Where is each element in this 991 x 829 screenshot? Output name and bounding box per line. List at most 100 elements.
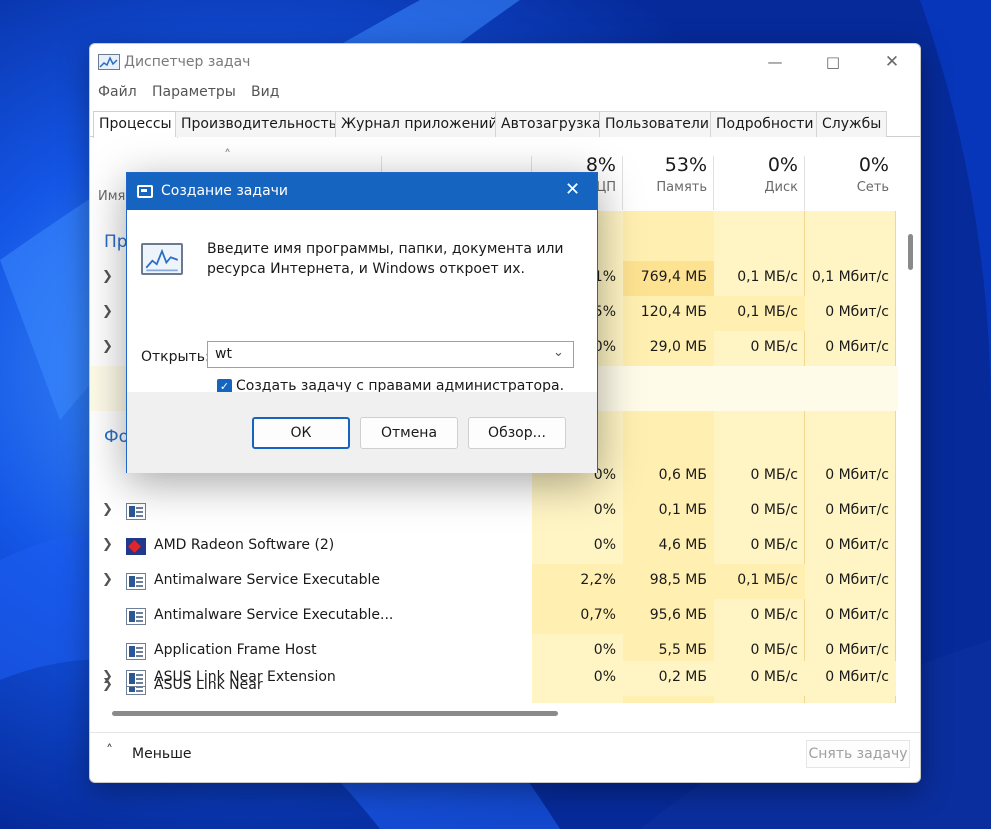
column-header-network[interactable]: 0% Сеть (799, 154, 889, 195)
title-bar: Диспетчер задач — □ ✕ (90, 44, 920, 80)
network-cell: 0 Мбит/с (825, 339, 889, 355)
task-manager-app-icon (98, 54, 120, 70)
dialog-description: Введите имя программы, папки, документа … (207, 241, 564, 277)
process-name: AMD Radeon Software (2) (154, 537, 335, 553)
tab-startup[interactable]: Автозагрузка (495, 111, 607, 137)
expand-chevron-icon[interactable]: ❯ (102, 269, 113, 284)
tab-services[interactable]: Службы (816, 111, 888, 137)
tab-performance[interactable]: Производительность (175, 111, 343, 137)
section-apps: Пр (104, 232, 128, 252)
disk-cell: 0 МБ/с (750, 339, 798, 355)
process-name: Antimalware Service Executable... (154, 607, 394, 623)
window-title: Диспетчер задач (124, 54, 251, 70)
disk-label: Диск (764, 180, 798, 195)
menu-options[interactable]: Параметры (152, 84, 236, 100)
network-cell: 0 Мбит/с (825, 304, 889, 320)
ok-button[interactable]: ОК (252, 417, 350, 449)
cpu-cell: 0,7% (532, 599, 623, 634)
memory-cell: 769,4 МБ (623, 261, 714, 296)
column-header-name[interactable]: Имя (98, 189, 125, 204)
menu-file[interactable]: Файл (98, 84, 137, 100)
vertical-scrollbar-thumb[interactable] (908, 234, 913, 270)
memory-total: 53% (664, 154, 707, 176)
expand-chevron-icon[interactable]: ❯ (102, 502, 113, 517)
memory-cell: 120,4 МБ (640, 304, 707, 320)
cancel-button[interactable]: Отмена (360, 417, 458, 449)
expand-chevron-icon[interactable]: ❯ (102, 537, 113, 552)
menu-view[interactable]: Вид (251, 84, 279, 100)
memory-cell: 95,6 МБ (649, 607, 707, 623)
open-label: Открыть: (141, 349, 210, 365)
disk-cell: 0 МБ/с (750, 467, 798, 483)
process-icon (126, 573, 146, 590)
process-icon (126, 608, 146, 625)
column-header-memory[interactable]: 53% Память (617, 154, 707, 195)
disk-cell: 0 МБ/с (750, 502, 798, 518)
disk-cell: 0,1 МБ/с (714, 296, 805, 331)
dialog-close-icon[interactable]: ✕ (565, 179, 580, 200)
tab-users[interactable]: Пользователи (599, 111, 715, 137)
run-program-icon (141, 243, 183, 275)
table-row[interactable]: ❯ ASUS Link Near Extension 0% 0,2 МБ 0 М… (90, 661, 898, 696)
fewer-details-link[interactable]: Меньше (132, 746, 192, 762)
expand-chevron-icon[interactable]: ❯ (102, 669, 113, 684)
table-row[interactable]: ❯ AMD Radeon Software (2) 0% 4,6 МБ 0 МБ… (90, 529, 898, 564)
chevron-down-icon[interactable]: ⌄ (553, 345, 564, 360)
cpu-cell: 0% (593, 537, 616, 553)
process-icon (126, 670, 146, 687)
tab-bar: Процессы Производительность Журнал прило… (90, 111, 920, 138)
column-header-disk[interactable]: 0% Диск (708, 154, 798, 195)
minimize-icon[interactable]: — (762, 52, 788, 72)
memory-cell: 29,0 МБ (649, 339, 707, 355)
amd-radeon-icon (126, 538, 146, 555)
cpu-cell: 0% (593, 669, 616, 685)
process-icon (126, 643, 146, 660)
process-name: Application Frame Host (154, 642, 317, 658)
disk-cell: 0,1 МБ/с (714, 564, 805, 599)
create-task-dialog: Создание задачи ✕ Введите имя программы,… (126, 172, 598, 473)
disk-cell: 0 МБ/с (750, 607, 798, 623)
disk-cell: 0 МБ/с (750, 537, 798, 553)
memory-cell: 0,2 МБ (658, 669, 707, 685)
memory-cell: 98,5 МБ (649, 572, 707, 588)
table-row[interactable]: ❯ 0% 0,1 МБ 0 МБ/с 0 Мбит/с (90, 494, 898, 529)
close-icon[interactable]: ✕ (879, 52, 905, 72)
network-cell: 0 Мбит/с (825, 502, 889, 518)
tab-app-history[interactable]: Журнал приложений (335, 111, 504, 137)
memory-cell: 0,6 МБ (658, 467, 707, 483)
sort-up-icon[interactable]: ˄ (224, 148, 231, 164)
network-cell: 0 Мбит/с (825, 669, 889, 685)
network-cell: 0 Мбит/с (825, 467, 889, 483)
disk-total: 0% (767, 154, 798, 176)
network-cell: 0,1 Мбит/с (811, 269, 889, 285)
table-row[interactable]: Antimalware Service Executable... 0,7% 9… (90, 599, 898, 634)
cpu-cell: 0% (593, 502, 616, 518)
network-cell: 0 Мбит/с (825, 607, 889, 623)
chevron-up-icon[interactable]: ˄ (106, 743, 113, 759)
table-row[interactable]: ❯ Antimalware Service Executable 2,2% 98… (90, 564, 898, 599)
memory-label: Память (656, 180, 707, 195)
tab-processes[interactable]: Процессы (93, 111, 178, 138)
expand-chevron-icon[interactable]: ❯ (102, 339, 113, 354)
tab-details[interactable]: Подробности (710, 111, 820, 137)
expand-chevron-icon[interactable]: ❯ (102, 304, 113, 319)
browse-button[interactable]: Обзор... (468, 417, 566, 449)
disk-cell: 0,1 МБ/с (737, 269, 798, 285)
horizontal-scrollbar-thumb[interactable] (112, 711, 558, 716)
maximize-icon[interactable]: □ (820, 52, 846, 72)
memory-cell: 4,6 МБ (658, 537, 707, 553)
open-input-value[interactable]: wt (215, 346, 232, 362)
horizontal-scrollbar[interactable] (106, 708, 898, 718)
memory-cell: 0,1 МБ (658, 502, 707, 518)
network-total: 0% (858, 154, 889, 176)
open-combobox[interactable]: wt ⌄ (207, 341, 574, 368)
run-window-icon (137, 185, 153, 198)
cpu-cell: 2,2% (532, 564, 623, 599)
dialog-button-bar: ОК Отмена Обзор... (127, 392, 597, 473)
expand-chevron-icon[interactable]: ❯ (102, 572, 113, 587)
dialog-title-bar: Создание задачи ✕ (127, 173, 597, 210)
process-name: ASUS Link Near Extension (154, 669, 336, 685)
process-icon (126, 503, 146, 520)
network-label: Сеть (856, 180, 889, 195)
end-task-button[interactable]: Снять задачу (806, 740, 910, 768)
